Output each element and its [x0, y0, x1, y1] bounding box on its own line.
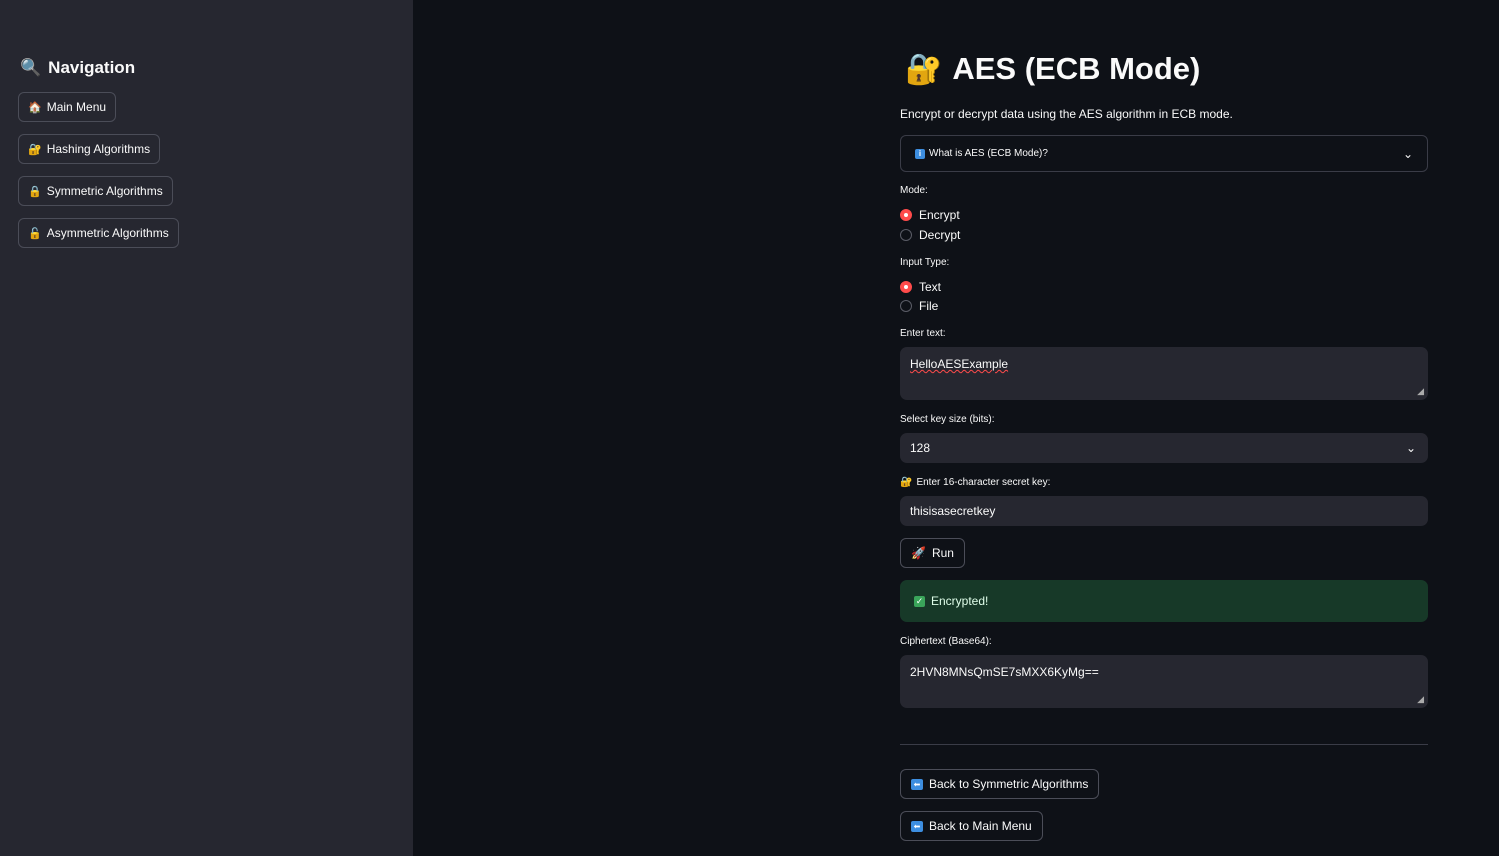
radio-label: File	[919, 299, 939, 313]
back-to-main-menu-label: Back to Main Menu	[929, 819, 1032, 833]
radio-label: Text	[919, 280, 942, 294]
sidebar-title-text: Navigation	[48, 58, 136, 77]
ciphertext-value: 2HVN8MNsQmSE7sMXX6KyMg==	[910, 665, 1099, 679]
arrow-left-icon: ⬅	[911, 778, 923, 790]
plaintext-value: HelloAESExample	[910, 357, 1009, 371]
expander-label: What is AES (ECB Mode)?	[929, 148, 1048, 159]
key-size-value: 128	[910, 441, 931, 455]
sidebar-item-symmetric-algorithms[interactable]: 🔒 Symmetric Algorithms	[18, 176, 173, 206]
back-to-symmetric-label: Back to Symmetric Algorithms	[929, 777, 1089, 791]
info-icon: i	[915, 148, 925, 159]
sidebar-item-label: Asymmetric Algorithms	[46, 226, 169, 240]
info-expander[interactable]: i What is AES (ECB Mode)? ⌄	[900, 135, 1428, 172]
sidebar-item-label: Symmetric Algorithms	[46, 184, 163, 198]
radio-decrypt[interactable]: Decrypt	[900, 228, 960, 242]
radio-checked-icon	[900, 281, 912, 293]
lock-with-key-icon: 🔐	[905, 52, 943, 86]
back-to-main-menu-button[interactable]: ⬅ Back to Main Menu	[900, 811, 1043, 841]
run-button[interactable]: 🚀 Run	[900, 538, 965, 568]
ciphertext-textarea[interactable]: 2HVN8MNsQmSE7sMXX6KyMg== ◢	[900, 655, 1428, 708]
page-subtitle: Encrypt or decrypt data using the AES al…	[900, 107, 1233, 121]
lock-with-key-icon: 🔐	[900, 477, 913, 488]
ciphertext-label: Ciphertext (Base64):	[900, 636, 992, 647]
radio-label: Decrypt	[919, 228, 961, 242]
key-size-select[interactable]: 128 ⌄	[900, 433, 1428, 463]
input-type-label: Input Type:	[900, 257, 950, 268]
radio-unchecked-icon	[900, 229, 912, 241]
app: 🔍 Navigation 🏠 Main Menu 🔐 Hashing Algor…	[0, 0, 1499, 856]
radio-checked-icon	[900, 209, 912, 221]
enter-text-label: Enter text:	[900, 328, 946, 339]
secret-key-value: thisisasecretkey	[910, 504, 996, 518]
radio-encrypt[interactable]: Encrypt	[900, 208, 960, 222]
page-title: 🔐 AES (ECB Mode)	[905, 51, 1200, 87]
sidebar-title: 🔍 Navigation	[20, 58, 135, 78]
sidebar-item-label: Hashing Algorithms	[46, 142, 151, 156]
sidebar: 🔍 Navigation 🏠 Main Menu 🔐 Hashing Algor…	[0, 0, 413, 856]
radio-text[interactable]: Text	[900, 280, 941, 294]
sidebar-item-hashing-algorithms[interactable]: 🔐 Hashing Algorithms	[18, 134, 161, 164]
back-to-symmetric-button[interactable]: ⬅ Back to Symmetric Algorithms	[900, 769, 1100, 799]
unlock-icon: 🔓	[28, 227, 42, 240]
rocket-icon: 🚀	[911, 546, 926, 560]
sidebar-item-asymmetric-algorithms[interactable]: 🔓 Asymmetric Algorithms	[18, 218, 179, 248]
status-text: Encrypted!	[931, 594, 989, 608]
check-icon: ✓	[914, 595, 925, 607]
mode-label: Mode:	[900, 185, 928, 196]
sidebar-item-label: Main Menu	[46, 100, 107, 114]
run-button-label: Run	[931, 546, 954, 560]
chevron-down-icon: ⌄	[1402, 146, 1413, 161]
house-icon: 🏠	[28, 101, 42, 114]
magnifier-icon: 🔍	[20, 58, 42, 77]
radio-label: Encrypt	[919, 208, 960, 222]
resize-handle-icon[interactable]: ◢	[1417, 694, 1424, 705]
secret-key-label-text: Enter 16-character secret key:	[916, 477, 1051, 488]
divider	[900, 744, 1428, 745]
radio-unchecked-icon	[900, 300, 912, 312]
sidebar-item-main-menu[interactable]: 🏠 Main Menu	[18, 92, 117, 122]
arrow-left-icon: ⬅	[911, 820, 923, 832]
lock-icon: 🔒	[28, 185, 42, 198]
plaintext-textarea[interactable]: HelloAESExample ◢	[900, 347, 1428, 400]
chevron-down-icon: ⌄	[1405, 441, 1416, 455]
status-success-alert: ✓ Encrypted!	[900, 580, 1428, 622]
key-size-label: Select key size (bits):	[900, 414, 995, 425]
page-title-text: AES (ECB Mode)	[952, 51, 1201, 86]
secret-key-input[interactable]: thisisasecretkey	[900, 496, 1428, 526]
secret-key-label: 🔐 Enter 16-character secret key:	[900, 477, 1050, 488]
lock-with-key-icon: 🔐	[28, 143, 42, 156]
resize-handle-icon[interactable]: ◢	[1417, 386, 1424, 397]
radio-file[interactable]: File	[900, 299, 938, 313]
